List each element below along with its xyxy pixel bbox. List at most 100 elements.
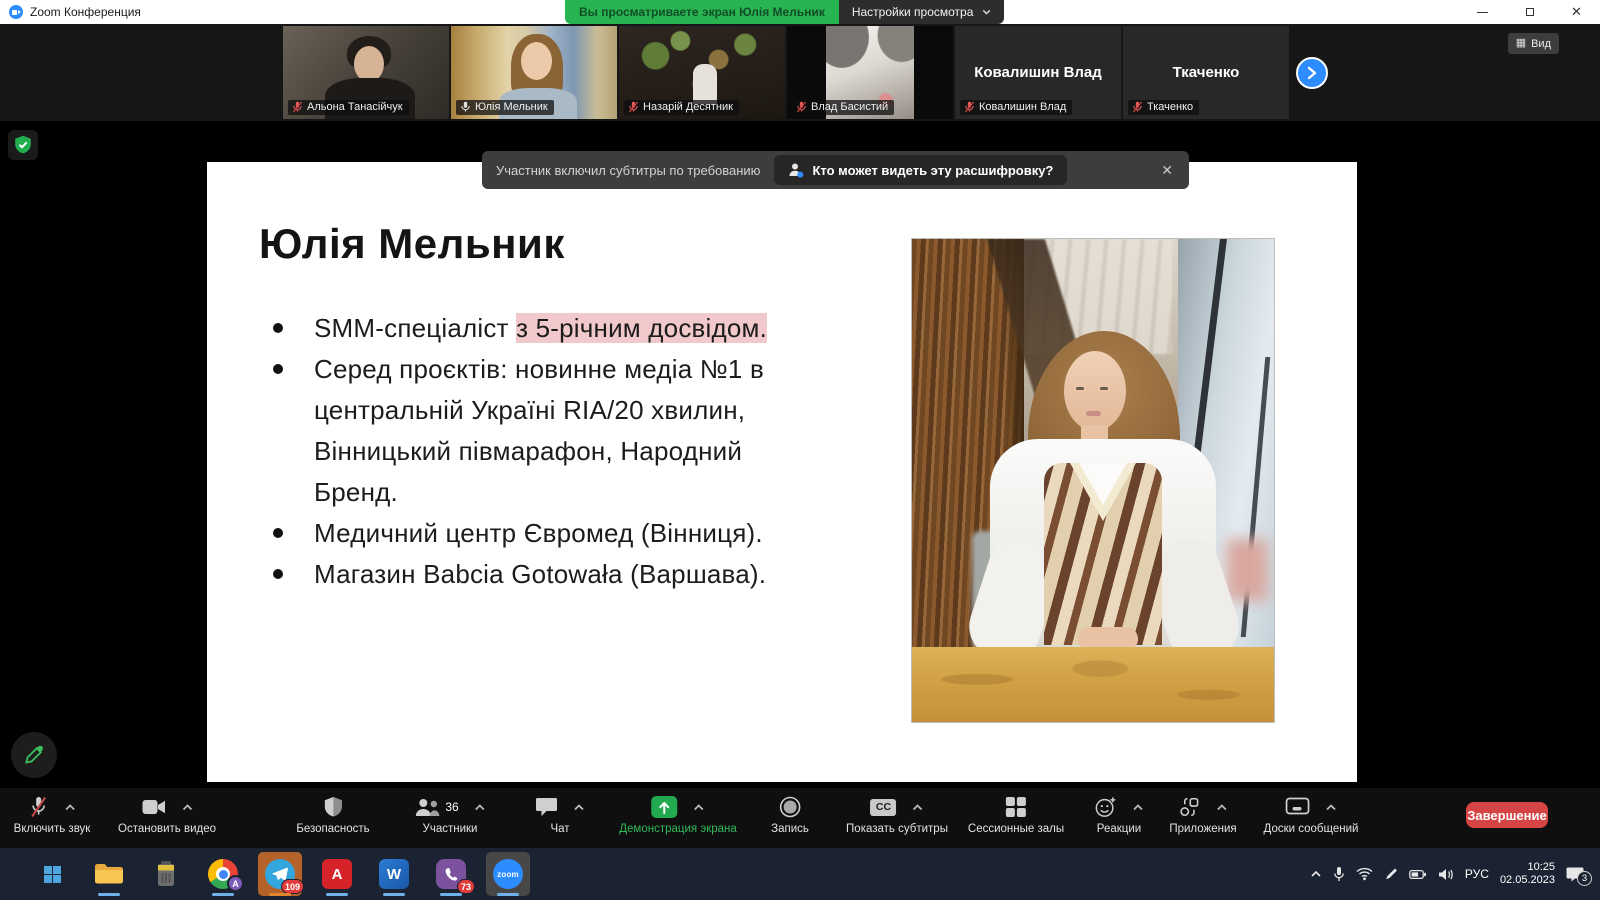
participant-name: Юлія Мельник [475, 101, 548, 113]
participant-tile-4[interactable]: Влад Басистий [787, 26, 953, 119]
chevron-down-icon [982, 9, 991, 15]
wooden-table [912, 647, 1274, 723]
mic-muted-icon [292, 101, 303, 113]
breakout-rooms-label: Сессионные залы [968, 823, 1064, 835]
chevron-up-icon[interactable] [693, 804, 704, 811]
chrome-profile-badge: A [227, 875, 244, 892]
participants-count: 36 [445, 800, 458, 814]
running-indicator [269, 893, 291, 896]
telegram-button[interactable]: 109 [258, 852, 302, 896]
whiteboards-button[interactable]: Доски сообщений [1264, 795, 1359, 835]
close-caption-banner-button[interactable]: ✕ [1157, 162, 1177, 179]
view-button[interactable]: ▦ Вид [1508, 33, 1559, 54]
bullet-text: Серед проєктів: новинне медіа №1 в центр… [314, 349, 764, 513]
tray-battery-icon[interactable] [1409, 869, 1427, 880]
chevron-up-icon[interactable] [475, 804, 486, 811]
participant-tiles: Альона Танасійчук Юлія Мельник Назарій Д… [283, 26, 1289, 119]
clock[interactable]: 10:25 02.05.2023 [1500, 861, 1555, 888]
mic-muted-icon [28, 796, 48, 818]
list-item: Серед проєктів: новинне медіа №1 в центр… [273, 349, 873, 513]
end-meeting-button[interactable]: Завершение [1466, 802, 1548, 828]
camera-icon [142, 799, 166, 815]
chrome-icon: A [208, 859, 238, 889]
chevron-up-icon[interactable] [1133, 804, 1144, 811]
share-screen-button[interactable]: Демонстрация экрана [619, 795, 737, 835]
start-button[interactable] [30, 852, 74, 896]
chrome-button[interactable]: A [201, 852, 245, 896]
telegram-unread-badge: 109 [281, 879, 304, 894]
participant-tile-1[interactable]: Альона Танасійчук [283, 26, 449, 119]
participant-name-chip: Назарій Десятник [624, 100, 739, 115]
show-captions-button[interactable]: CC Показать субтитры [846, 795, 948, 835]
tray-speaker-icon[interactable] [1438, 868, 1454, 881]
minimize-button[interactable] [1459, 0, 1506, 24]
annotate-button[interactable] [11, 732, 57, 778]
stop-video-label: Остановить видео [118, 823, 216, 835]
participants-button[interactable]: 36 Участники [414, 795, 485, 835]
breakout-rooms-button[interactable]: Сессионные залы [968, 795, 1064, 835]
view-button-label: Вид [1531, 38, 1551, 50]
mic-muted-icon [964, 101, 975, 113]
record-icon [779, 796, 801, 818]
chevron-up-icon[interactable] [912, 804, 923, 811]
chevron-up-icon[interactable] [64, 804, 75, 811]
close-button[interactable]: ✕ [1553, 0, 1600, 24]
file-explorer-button[interactable] [87, 852, 131, 896]
meeting-toolbar: Включить звук Остановить видео Безопасно… [0, 788, 1600, 848]
acrobat-button[interactable]: A [315, 852, 359, 896]
list-item: SMM-спеціаліст з 5-річним досвідом. [273, 308, 873, 349]
captions-status-text: Участник включил субтитры по требованию [496, 163, 760, 178]
chevron-up-icon[interactable] [1326, 804, 1337, 811]
share-screen-label: Демонстрация экрана [619, 823, 737, 835]
chat-button[interactable]: Чат [536, 795, 585, 835]
whiteboards-label: Доски сообщений [1264, 823, 1359, 835]
view-settings-label: Настройки просмотра [852, 5, 974, 19]
tray-overflow-chevron-icon[interactable] [1310, 870, 1322, 878]
recycle-bin-button[interactable] [144, 852, 188, 896]
view-settings-button[interactable]: Настройки просмотра [839, 0, 1005, 24]
chevron-up-icon[interactable] [574, 804, 585, 811]
apps-button[interactable]: Приложения [1169, 795, 1236, 835]
language-indicator[interactable]: РУС [1465, 867, 1489, 881]
taskbar-apps: A 109 A W 73 [30, 852, 530, 896]
tray-pen-icon[interactable] [1384, 867, 1398, 881]
window-title: Zoom Конференция [30, 5, 141, 19]
unmute-button[interactable]: Включить звук [14, 795, 91, 835]
bullet-dot [273, 569, 283, 579]
tray-mic-icon[interactable] [1333, 866, 1345, 883]
tray-time: 10:25 [1500, 861, 1555, 875]
participant-tile-5[interactable]: Ковалишин Влад Ковалишин Влад [955, 26, 1121, 119]
zoom-taskbar-button[interactable]: zoom [486, 852, 530, 896]
reactions-button[interactable]: Реакции [1095, 795, 1144, 835]
chevron-right-icon [1306, 66, 1318, 80]
security-button[interactable]: Безопасность [296, 795, 369, 835]
participant-tile-2-active-speaker[interactable]: Юлія Мельник [451, 26, 617, 119]
next-participants-page-button[interactable] [1296, 57, 1328, 89]
whiteboard-icon [1286, 797, 1310, 817]
participant-tile-3[interactable]: Назарій Десятник [619, 26, 785, 119]
participant-name-chip: Ткаченко [1128, 100, 1199, 115]
slide-bullet-list: SMM-спеціаліст з 5-річним досвідом. Сере… [273, 308, 873, 595]
chat-bubble-icon [536, 797, 558, 817]
who-can-see-transcript-button[interactable]: Кто может видеть эту расшифровку? [774, 155, 1067, 185]
tray-wifi-icon[interactable] [1356, 867, 1373, 881]
notification-count-badge: 3 [1577, 871, 1592, 886]
window-controls: ✕ [1459, 0, 1600, 24]
share-screen-icon [651, 796, 677, 818]
video-strip: Альона Танасійчук Юлія Мельник Назарій Д… [0, 24, 1600, 121]
bullet-dot [273, 364, 283, 374]
stop-video-button[interactable]: Остановить видео [118, 795, 216, 835]
word-button[interactable]: W [372, 852, 416, 896]
chat-label: Чат [550, 823, 569, 835]
notification-center-button[interactable]: 3 [1566, 863, 1592, 886]
record-button[interactable]: Запись [771, 795, 809, 835]
participants-icon [414, 797, 440, 817]
system-tray: РУС 10:25 02.05.2023 3 [1310, 852, 1592, 896]
trash-can-icon [155, 860, 177, 888]
pencil-icon [23, 744, 45, 766]
participant-tile-6[interactable]: Ткаченко Ткаченко [1123, 26, 1289, 119]
chevron-up-icon[interactable] [182, 804, 193, 811]
viber-button[interactable]: 73 [429, 852, 473, 896]
chevron-up-icon[interactable] [1216, 804, 1227, 811]
restore-button[interactable] [1506, 0, 1553, 24]
